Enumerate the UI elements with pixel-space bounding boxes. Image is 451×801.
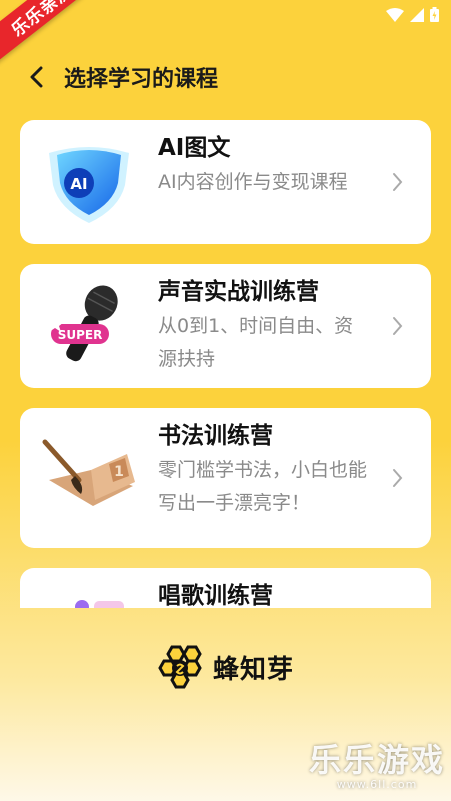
honeycomb-logo-icon [158,645,202,689]
course-icon-container: SUPER [20,264,158,388]
course-icon-container: 1 [20,408,158,548]
course-title: AI图文 [158,135,231,161]
chevron-right-icon [393,317,403,335]
signal-icon [410,7,424,22]
back-button[interactable] [16,57,56,97]
brand-name: 蜂知芽 [212,654,294,685]
brand: 蜂知芽 [0,645,451,689]
svg-text:AI: AI [70,175,87,193]
calligraphy-brush-icon: 1 [42,439,135,506]
singing-icon [75,600,124,608]
course-card-calligraphy[interactable]: 1 书法训练营 零门槛学书法，小白也能写出一手漂亮字！ [20,408,431,548]
course-icon-container: AI [20,120,158,244]
watermark-text: 乐乐游戏 [308,741,445,779]
svg-text:1: 1 [114,464,124,480]
watermark-url: www.6ll.com [336,778,418,791]
page-title: 选择学习的课程 [64,67,219,92]
course-list[interactable]: AI AI图文 AI内容创作与变现课程 SUPER 声音实战训练营 从0到1、时… [20,120,431,608]
course-icon-container [20,568,158,608]
course-card-ai[interactable]: AI AI图文 AI内容创作与变现课程 [20,120,431,244]
svg-text:SUPER: SUPER [58,328,103,342]
battery-icon [430,7,439,22]
header: 选择学习的课程 [0,56,451,98]
chevron-right-icon [393,173,403,191]
microphone-icon: SUPER [49,285,118,362]
course-title: 书法训练营 [158,423,273,449]
watermark: 乐乐游戏 www.6ll.com [309,742,445,791]
course-description: AI内容创作与变现课程 [158,171,348,193]
wifi-icon [386,7,404,22]
ai-shield-icon: AI [49,147,129,223]
chevron-left-icon [30,66,43,88]
course-description: 从0到1、时间自由、资源扶持 [158,315,354,370]
course-description: 零门槛学书法，小白也能写出一手漂亮字！ [158,459,368,514]
course-title: 唱歌训练营 [158,583,273,608]
chevron-right-icon [393,469,403,487]
course-title: 声音实战训练营 [158,279,319,305]
course-card-voice[interactable]: SUPER 声音实战训练营 从0到1、时间自由、资源扶持 [20,264,431,388]
course-card-singing[interactable]: 唱歌训练营 [20,568,431,608]
